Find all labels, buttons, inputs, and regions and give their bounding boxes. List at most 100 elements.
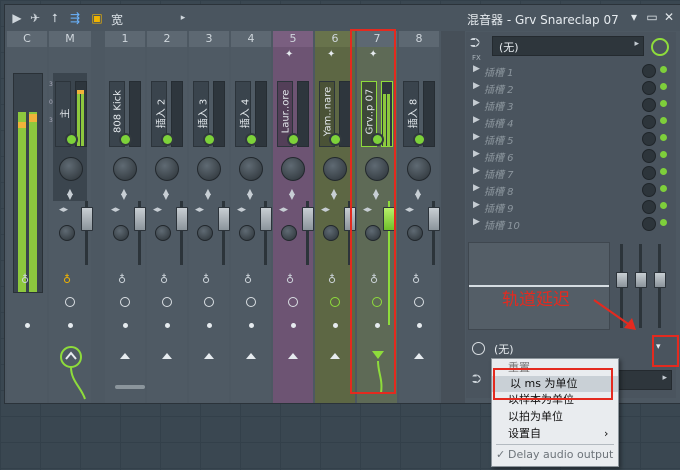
fx-slot[interactable]: ▶ 插槽 2 xyxy=(466,79,676,96)
fx-slot[interactable]: ▶ 插槽 5 xyxy=(466,130,676,147)
up-arrow-icon[interactable]: ⭡ xyxy=(47,10,63,26)
mixer-scroll-area[interactable] xyxy=(441,31,465,403)
latency-clock-icon[interactable] xyxy=(120,297,130,307)
mute-led[interactable] xyxy=(67,135,76,144)
send-dot[interactable] xyxy=(68,323,73,328)
pan-knob[interactable] xyxy=(59,157,83,181)
minimize-button[interactable]: ▾ xyxy=(627,10,641,24)
route-arrow-icon[interactable] xyxy=(162,353,172,359)
mute-led[interactable] xyxy=(163,135,172,144)
slot-enable-led[interactable] xyxy=(660,219,667,226)
output-route-select[interactable]: ▸ xyxy=(616,370,672,390)
send-dot[interactable] xyxy=(417,323,422,328)
mute-led[interactable] xyxy=(205,135,214,144)
mute-led[interactable] xyxy=(247,135,256,144)
stereo-swap-icon[interactable]: ◂▸ xyxy=(195,205,204,215)
volume-fader[interactable] xyxy=(81,207,93,231)
menu-arrow-icon[interactable]: ▶ xyxy=(9,10,25,26)
output-select-value[interactable]: (无) xyxy=(494,341,514,357)
volume-fader[interactable] xyxy=(176,207,188,231)
fx-slot[interactable]: ▶ 插槽 10 xyxy=(466,215,676,232)
fx-slot[interactable]: ▶ 插槽 8 xyxy=(466,181,676,198)
latency-clock-icon[interactable] xyxy=(162,297,172,307)
stereo-knob[interactable] xyxy=(239,225,255,241)
latency-clock-icon[interactable] xyxy=(288,297,298,307)
stereo-swap-icon[interactable]: ◂▸ xyxy=(237,205,246,215)
stereo-knob[interactable] xyxy=(113,225,129,241)
slot-mix-knob[interactable] xyxy=(642,64,656,78)
power-clock-icon[interactable] xyxy=(651,38,669,56)
eq-band-2-slider[interactable] xyxy=(635,272,647,288)
route-arrow-icon[interactable] xyxy=(330,353,340,359)
stereo-knob[interactable] xyxy=(197,225,213,241)
route-arrow-icon[interactable] xyxy=(204,353,214,359)
slot-enable-led[interactable] xyxy=(660,83,667,90)
input-select[interactable]: (无) ▸ xyxy=(492,36,644,56)
bulb-icon[interactable]: ♁ xyxy=(202,273,210,286)
strip-insert-8[interactable]: 8 插入 8 ▲ ▼ ◂▸ ♁ xyxy=(399,31,440,403)
title-bar[interactable]: ▶ ✈ ⭡ ⇶ ▣ 宽 ▸ 混音器 - Grv Snareclap 07 ▾ ▭… xyxy=(5,5,680,31)
bulb-icon[interactable]: ♁ xyxy=(118,273,126,286)
mute-led[interactable] xyxy=(121,135,130,144)
slot-enable-led[interactable] xyxy=(660,117,667,124)
volume-fader[interactable] xyxy=(428,207,440,231)
slot-mix-knob[interactable] xyxy=(642,115,656,129)
slot-mix-knob[interactable] xyxy=(642,217,656,231)
route-curve-icon[interactable] xyxy=(55,341,87,401)
send-dot[interactable] xyxy=(25,323,30,328)
slot-enable-led[interactable] xyxy=(660,202,667,209)
latency-clock-icon[interactable] xyxy=(204,297,214,307)
strip-insert-4[interactable]: 4 插入 4 ▲ ▼ ◂▸ ♁ xyxy=(231,31,272,403)
stereo-swap-icon[interactable]: ◂▸ xyxy=(321,205,330,215)
fx-slot[interactable]: ▶ 插槽 3 xyxy=(466,96,676,113)
slot-enable-led[interactable] xyxy=(660,66,667,73)
eq-band-3-slider[interactable] xyxy=(654,272,666,288)
mute-led[interactable] xyxy=(415,135,424,144)
route-icon[interactable]: ⇶ xyxy=(67,10,83,26)
stereo-swap-icon[interactable]: ◂▸ xyxy=(405,205,414,215)
stereo-swap-icon[interactable]: ◂▸ xyxy=(59,205,68,215)
menu-item-beats[interactable]: 以拍为单位 xyxy=(492,409,618,425)
bulb-icon[interactable]: ♁ xyxy=(21,273,29,286)
strip-current[interactable]: C ♁ xyxy=(7,31,47,403)
stereo-knob[interactable] xyxy=(323,225,339,241)
stereo-swap-icon[interactable]: ◂▸ xyxy=(153,205,162,215)
fx-slot[interactable]: ▶ 插槽 4 xyxy=(466,113,676,130)
stereo-knob[interactable] xyxy=(281,225,297,241)
send-dot[interactable] xyxy=(207,323,212,328)
slot-mix-knob[interactable] xyxy=(642,183,656,197)
slot-mix-knob[interactable] xyxy=(642,98,656,112)
volume-fader[interactable] xyxy=(218,207,230,231)
latency-clock-icon[interactable] xyxy=(330,297,340,307)
fx-slot[interactable]: ▶ 插槽 7 xyxy=(466,164,676,181)
strip-insert-5[interactable]: 5 ✦ Laur..ore ▲ ▼ ◂▸ ♁ xyxy=(273,31,314,403)
mute-led[interactable] xyxy=(331,135,340,144)
slot-mix-knob[interactable] xyxy=(642,81,656,95)
route-arrow-icon[interactable] xyxy=(246,353,256,359)
route-arrow-icon[interactable] xyxy=(288,353,298,359)
horizontal-scrollbar[interactable] xyxy=(115,385,145,389)
send-dot[interactable] xyxy=(333,323,338,328)
volume-fader[interactable] xyxy=(260,207,272,231)
scroll-arrow-icon[interactable]: ▸ xyxy=(175,10,191,26)
stereo-knob[interactable] xyxy=(59,225,75,241)
strip-insert-2[interactable]: 2 插入 2 ▲ ▼ ◂▸ ♁ xyxy=(147,31,188,403)
eq-band-1-slider[interactable] xyxy=(616,272,628,288)
bulb-icon[interactable]: ♁ xyxy=(160,273,168,286)
send-dot[interactable] xyxy=(249,323,254,328)
pan-knob[interactable] xyxy=(281,157,305,181)
send-dot[interactable] xyxy=(165,323,170,328)
bulb-icon[interactable]: ♁ xyxy=(244,273,252,286)
route-arrow-icon[interactable] xyxy=(414,353,424,359)
stereo-swap-icon[interactable]: ◂▸ xyxy=(111,205,120,215)
bulb-icon[interactable]: ♁ xyxy=(412,273,420,286)
input-icon[interactable]: ⮊ xyxy=(470,36,480,51)
fx-slot[interactable]: ▶ 插槽 6 xyxy=(466,147,676,164)
pan-knob[interactable] xyxy=(239,157,263,181)
bulb-icon[interactable]: ♁ xyxy=(63,273,71,286)
stereo-knob[interactable] xyxy=(407,225,423,241)
strip-master[interactable]: M 3 0 3 主 ▲ ▼ ◂▸ ♁ xyxy=(49,31,93,403)
window-layout-icon[interactable]: ▣ xyxy=(89,10,105,26)
fx-slot[interactable]: ▶ 插槽 9 xyxy=(466,198,676,215)
close-button[interactable]: ✕ xyxy=(662,10,676,24)
